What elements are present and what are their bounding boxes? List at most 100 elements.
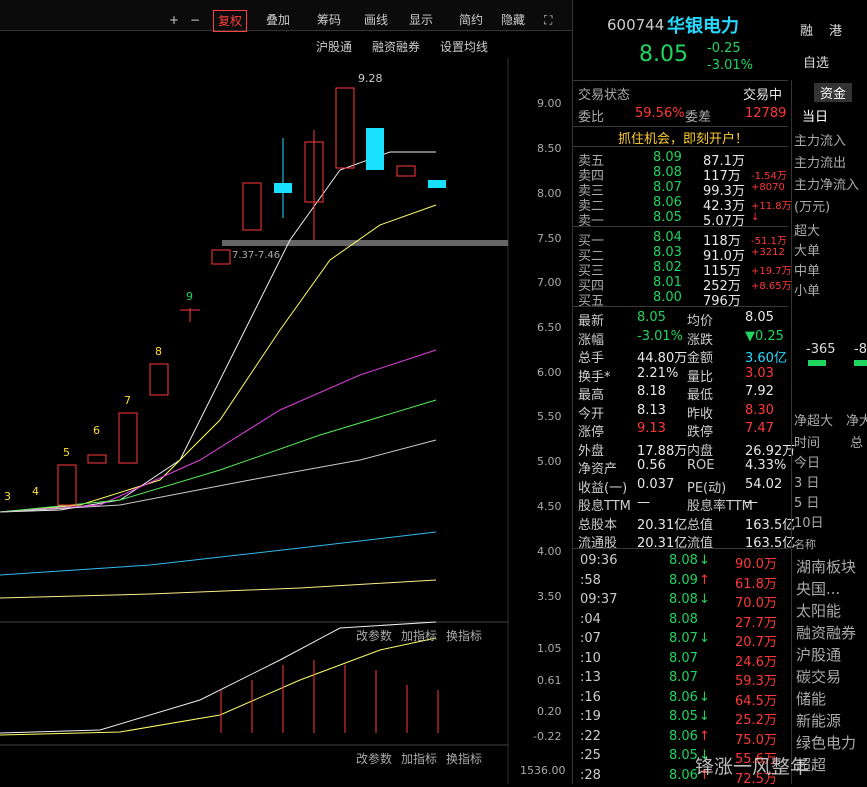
tick-volume: 90.0万 xyxy=(735,557,777,572)
stat-label: ROE xyxy=(687,458,715,473)
ask-change: ↓ xyxy=(751,212,760,223)
tick-price: 8.06 xyxy=(669,767,698,783)
price-label: 7.50 xyxy=(537,232,562,245)
stat-label: 均价 xyxy=(687,314,714,329)
promo-link[interactable]: 抓住机会，即刻开户！ xyxy=(618,128,748,147)
count-label: 3 xyxy=(4,490,11,503)
bid-change: -51.1万 xyxy=(751,236,787,247)
flow-bar-value: -8 xyxy=(854,342,867,357)
count-label: 4 xyxy=(32,485,39,498)
stat-value: 8.05 xyxy=(637,310,666,325)
ask-change: +11.8万 xyxy=(751,201,792,212)
bid-change: +3212 xyxy=(751,247,785,258)
flow-item: 大单 xyxy=(794,244,821,259)
simple-button[interactable]: 简约 xyxy=(455,10,487,30)
sector-item[interactable]: 碳交易 xyxy=(796,666,841,687)
tab-capital[interactable]: 资金 xyxy=(814,83,853,102)
tick-volume: 27.7万 xyxy=(735,615,777,631)
sector-item[interactable]: 融资融券 xyxy=(796,622,856,643)
time-row: 10日 xyxy=(794,516,824,531)
overlay-dropdown[interactable]: 叠加 xyxy=(262,10,294,30)
chips-button[interactable]: 筹码 xyxy=(313,10,345,30)
flow-item: 主力净流入 xyxy=(794,178,860,193)
stat-label: 股息TTM xyxy=(578,499,631,514)
stat-value: ▼0.25 xyxy=(745,328,784,344)
price-label: 5.50 xyxy=(537,410,562,423)
display-dropdown[interactable]: 显示 xyxy=(405,10,437,30)
stat-value: 9.13 xyxy=(637,421,666,436)
bid-price: 8.02 xyxy=(653,260,682,275)
stat-label: 跌停 xyxy=(687,425,714,440)
tick-time: :25 xyxy=(580,748,601,763)
count-label: 8 xyxy=(155,345,162,358)
zixuan-dropdown[interactable]: 自选 xyxy=(803,52,829,71)
price-label: 8.00 xyxy=(537,187,562,200)
last-price: 8.05 xyxy=(639,42,688,67)
stat-value: — xyxy=(745,495,758,510)
ind-label: -0.22 xyxy=(533,730,561,743)
sector-item[interactable]: 央国... xyxy=(796,578,840,599)
vol-switch[interactable]: 换指标 xyxy=(446,751,482,766)
bid-price: 8.01 xyxy=(653,275,682,290)
ind-switch[interactable]: 换指标 xyxy=(446,628,482,643)
sector-item[interactable]: 绿色电力 xyxy=(796,732,856,753)
stat-label: 今开 xyxy=(578,406,605,422)
stat-label: 金额 xyxy=(687,351,714,366)
hgt-link[interactable]: 沪股通 xyxy=(316,38,352,55)
ind-add[interactable]: 加指标 xyxy=(401,628,437,643)
flow-item: 主力流出 xyxy=(794,156,847,171)
tick-price: 8.08 xyxy=(669,611,698,627)
flow-item: (万元) xyxy=(794,200,831,215)
fuquan-dropdown[interactable]: 复权 xyxy=(213,10,248,32)
weicha-value: 12789 xyxy=(745,106,787,121)
sector-item[interactable]: 湖南板块 xyxy=(796,556,856,577)
tick-arrow: ↑ xyxy=(699,572,710,588)
rzrq-link[interactable]: 融资融券 xyxy=(372,38,420,55)
watermark: 锋涨一风整年 xyxy=(695,756,810,778)
sector-item[interactable]: 储能 xyxy=(796,688,826,709)
zoom-out-button[interactable]: − xyxy=(186,10,204,30)
stat-label: 最低 xyxy=(687,388,714,403)
tick-arrow: ↓ xyxy=(699,631,710,646)
tick-time: :16 xyxy=(580,689,601,705)
tab-today[interactable]: 当日 xyxy=(802,106,828,125)
expand-icon[interactable]: ⛶ xyxy=(540,10,556,30)
time-row: 3 日 xyxy=(794,476,820,491)
stat-label: 换手* xyxy=(578,369,611,385)
stat-label: 收益(一) xyxy=(578,480,628,496)
tick-price: 8.07 xyxy=(669,670,698,685)
price-label: 7.00 xyxy=(537,276,562,289)
tick-price: 8.07 xyxy=(669,631,698,646)
draw-line-button[interactable]: 画线 xyxy=(360,10,392,30)
stat-value: 7.47 xyxy=(745,421,774,436)
flow-item: 超大 xyxy=(794,224,821,239)
price-change: -0.25 xyxy=(707,41,741,56)
stat-label: 涨跌 xyxy=(687,332,714,348)
vol-label: 1536.00 xyxy=(520,764,566,777)
stat-value: 54.02 xyxy=(745,476,783,492)
sector-item[interactable]: 太阳能 xyxy=(796,600,841,621)
tick-time: :19 xyxy=(580,709,601,724)
tick-time: 09:37 xyxy=(580,592,618,607)
sector-item[interactable]: 新能源 xyxy=(796,710,841,731)
sector-item[interactable]: 沪股通 xyxy=(796,644,841,665)
rong-tag[interactable]: 融 xyxy=(800,20,813,39)
trade-status-label: 交易状态 xyxy=(578,88,631,103)
stock-code: 600744 xyxy=(607,16,665,34)
tick-time: 09:36 xyxy=(580,553,618,568)
stat-label: 涨停 xyxy=(578,425,605,440)
vol-add[interactable]: 加指标 xyxy=(401,751,437,766)
gang-tag[interactable]: 港 xyxy=(829,20,842,39)
count-label: 6 xyxy=(93,424,100,437)
tick-price: 8.09 xyxy=(669,572,698,588)
weibi-value: 59.56% xyxy=(635,106,685,121)
time-header: 时间 xyxy=(794,436,821,451)
count-label: 7 xyxy=(124,394,131,407)
ma-setting-dropdown[interactable]: 设置均线 xyxy=(440,38,488,55)
hide-dropdown[interactable]: 隐藏 xyxy=(497,10,529,30)
ind-change-param[interactable]: 改参数 xyxy=(356,628,392,643)
tick-price: 8.08 xyxy=(669,592,698,607)
kline-chart[interactable]: 9.00 8.50 8.00 7.50 7.00 6.50 6.00 5.50 … xyxy=(0,58,568,784)
vol-change-param[interactable]: 改参数 xyxy=(356,751,392,766)
zoom-in-button[interactable]: + xyxy=(165,10,183,30)
